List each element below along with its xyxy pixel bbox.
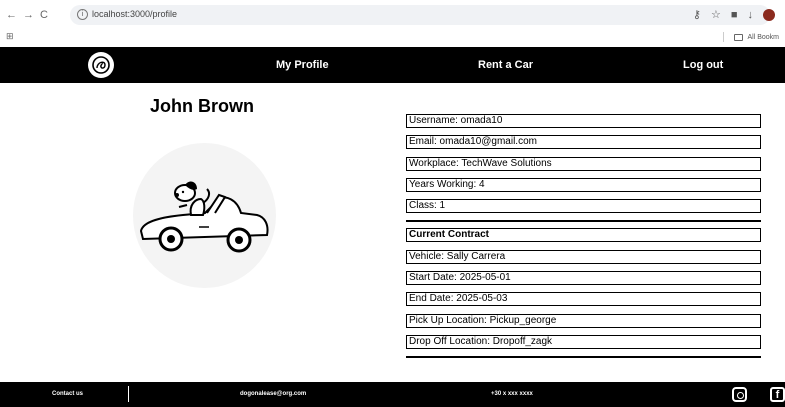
apps-icon[interactable]: ⊞ bbox=[6, 31, 14, 42]
nav-log-out[interactable]: Log out bbox=[683, 59, 723, 71]
nav-my-profile[interactable]: My Profile bbox=[276, 59, 329, 71]
pickup-location-field: Pick Up Location: Pickup_george bbox=[406, 313, 761, 328]
profile-info-panel: Username: omada10 Email: omada10@gmail.c… bbox=[406, 114, 761, 364]
footer-separator bbox=[128, 386, 129, 402]
address-bar[interactable]: i localhost:3000/profile bbox=[70, 5, 770, 25]
browser-nav-buttons: ← → C bbox=[6, 9, 48, 21]
profile-avatar[interactable] bbox=[763, 8, 775, 21]
vehicle-field: Vehicle: Sally Carrera bbox=[406, 249, 761, 264]
email-field: Email: omada10@gmail.com bbox=[406, 135, 761, 150]
site-header: My Profile Rent a Car Log out bbox=[0, 47, 785, 83]
section-divider-bottom bbox=[406, 356, 761, 359]
all-bookmarks[interactable]: All Bookm bbox=[723, 32, 779, 42]
years-working-field: Years Working: 4 bbox=[406, 177, 761, 192]
download-icon[interactable]: ↓ bbox=[748, 9, 754, 21]
dog-car-illustration bbox=[133, 143, 276, 288]
bookmarks-separator bbox=[723, 32, 725, 42]
section-divider bbox=[406, 220, 761, 223]
all-bookmarks-label: All Bookm bbox=[747, 33, 779, 41]
end-date-field: End Date: 2025-05-03 bbox=[406, 292, 761, 307]
footer-phone: +30 x xxx xxxx bbox=[491, 391, 533, 397]
extension-icon[interactable]: ■ bbox=[731, 9, 738, 21]
nav-rent-a-car[interactable]: Rent a Car bbox=[478, 59, 533, 71]
username-field: Username: omada10 bbox=[406, 114, 761, 128]
reload-icon[interactable]: C bbox=[40, 9, 48, 21]
workplace-field: Workplace: TechWave Solutions bbox=[406, 156, 761, 171]
class-field: Class: 1 bbox=[406, 199, 761, 214]
dropoff-location-field: Drop Off Location: Dropoff_zagk bbox=[406, 334, 761, 349]
instagram-icon[interactable] bbox=[732, 387, 747, 402]
contact-us-link[interactable]: Contact us bbox=[52, 391, 83, 397]
browser-actions: ⚷ ☆ ■ ↓ bbox=[693, 8, 775, 21]
logo-icon[interactable] bbox=[88, 52, 114, 78]
back-icon[interactable]: ← bbox=[6, 9, 17, 21]
star-icon[interactable]: ☆ bbox=[711, 8, 721, 21]
forward-icon[interactable]: → bbox=[23, 9, 34, 21]
bookmarks-bar: ⊞ All Bookm bbox=[0, 28, 785, 46]
dog-car-drawing bbox=[139, 181, 269, 253]
site-footer: Contact us dogonalease@org.com +30 x xxx… bbox=[0, 382, 785, 407]
start-date-field: Start Date: 2025-05-01 bbox=[406, 271, 761, 286]
key-icon[interactable]: ⚷ bbox=[693, 8, 701, 21]
url-text[interactable]: localhost:3000/profile bbox=[92, 9, 177, 19]
logo-mark bbox=[92, 56, 110, 74]
footer-email[interactable]: dogonalease@org.com bbox=[240, 391, 306, 397]
folder-icon bbox=[734, 33, 744, 41]
site-info-icon[interactable]: i bbox=[77, 9, 88, 20]
facebook-icon[interactable]: f bbox=[770, 387, 785, 402]
profile-name: John Brown bbox=[150, 96, 254, 116]
current-contract-heading: Current Contract bbox=[406, 228, 761, 243]
